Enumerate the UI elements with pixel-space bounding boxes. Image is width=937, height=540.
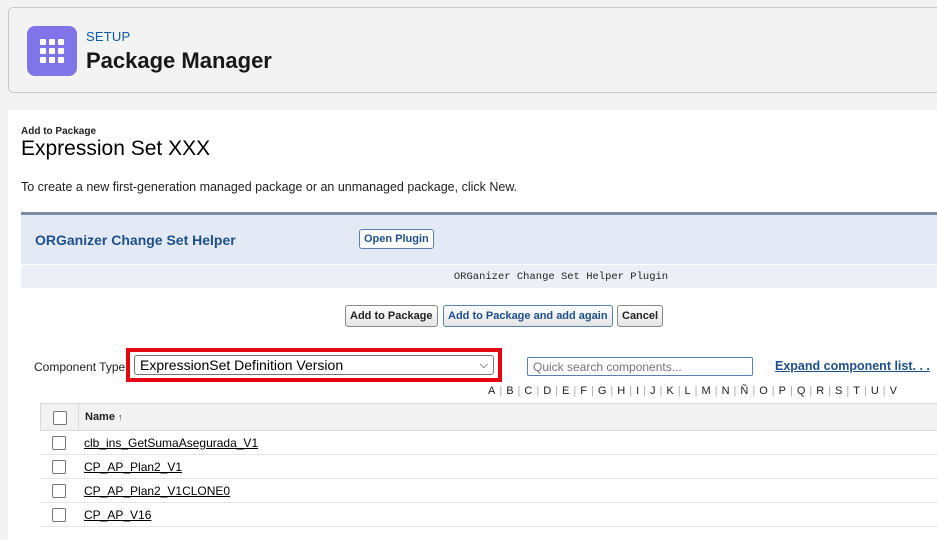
sort-ascending-icon: ↑ xyxy=(117,412,123,422)
record-title: Expression Set XXX xyxy=(21,137,211,160)
alphabet-separator: | xyxy=(882,385,886,397)
alphabet-separator: | xyxy=(789,385,793,397)
alphabet-separator: | xyxy=(643,385,646,397)
alphabet-separator: | xyxy=(809,385,813,397)
alphabet-letter-L[interactable]: L xyxy=(685,385,691,397)
alphabet-letter-H[interactable]: H xyxy=(617,385,625,397)
main-content: Add to Package Expression Set XXX To cre… xyxy=(8,110,937,540)
alphabet-letter-U[interactable]: U xyxy=(871,385,879,397)
plugin-subtitle: ORGanizer Change Set Helper Plugin xyxy=(21,264,937,288)
components-table: Name ↑ clb_ins_GetSumaAsegurada_V1 CP_AP_… xyxy=(40,403,937,527)
alphabet-separator: | xyxy=(590,385,594,397)
alphabet-letter-N[interactable]: N xyxy=(722,385,730,397)
alphabet-letter-M[interactable]: M xyxy=(702,385,711,397)
add-to-package-and-add-again-button[interactable]: Add to Package and add again xyxy=(443,305,613,327)
add-to-package-button[interactable]: Add to Package xyxy=(345,305,438,327)
alphabet-separator: | xyxy=(573,385,577,397)
alphabet-letter-P[interactable]: P xyxy=(779,385,786,397)
alphabet-letter-B[interactable]: B xyxy=(506,385,513,397)
organizer-plugin-panel: ORGanizer Change Set Helper Open Plugin … xyxy=(21,212,937,288)
component-link[interactable]: clb_ins_GetSumaAsegurada_V1 xyxy=(84,436,258,450)
plugin-title: ORGanizer Change Set Helper xyxy=(35,232,236,248)
alphabet-separator: | xyxy=(863,385,867,397)
name-header-label: Name xyxy=(85,411,115,423)
alphabet-separator: | xyxy=(499,385,503,397)
expand-component-list-link[interactable]: Expand component list. . . xyxy=(775,359,930,373)
component-link[interactable]: CP_AP_Plan2_V1 xyxy=(84,460,182,474)
alphabet-separator: | xyxy=(714,385,718,397)
alphabet-filter: A | B | C | D | E | F | G | H | I | J | K | L | M | N | Ñ | O | P | Q | R | S |… xyxy=(488,385,897,397)
select-all-cell xyxy=(41,404,79,430)
alphabet-separator: | xyxy=(677,385,681,397)
table-row: clb_ins_GetSumaAsegurada_V1 xyxy=(40,431,937,455)
app-launcher-icon[interactable] xyxy=(27,26,77,76)
alphabet-separator: | xyxy=(555,385,559,397)
table-row: CP_AP_V16 xyxy=(40,503,937,527)
alphabet-letter-O[interactable]: O xyxy=(759,385,768,397)
alphabet-separator: | xyxy=(536,385,540,397)
alphabet-separator: | xyxy=(694,385,698,397)
alphabet-separator: | xyxy=(828,385,832,397)
component-link[interactable]: CP_AP_Plan2_V1CLONE0 xyxy=(84,484,230,498)
table-header: Name ↑ xyxy=(40,403,937,431)
alphabet-separator: | xyxy=(752,385,756,397)
open-plugin-button[interactable]: Open Plugin xyxy=(359,229,434,249)
row-checkbox[interactable] xyxy=(52,460,66,474)
row-checkbox[interactable] xyxy=(52,436,66,450)
alphabet-separator: | xyxy=(846,385,850,397)
page-title: Package Manager xyxy=(86,48,272,73)
row-checkbox[interactable] xyxy=(52,508,66,522)
alphabet-separator: | xyxy=(771,385,775,397)
alphabet-separator: | xyxy=(610,385,614,397)
component-link[interactable]: CP_AP_V16 xyxy=(84,508,151,522)
row-checkbox[interactable] xyxy=(52,484,66,498)
alphabet-separator: | xyxy=(629,385,633,397)
alphabet-letter-K[interactable]: K xyxy=(666,385,673,397)
table-row: CP_AP_Plan2_V1CLONE0 xyxy=(40,479,937,503)
page-description: To create a new first-generation managed… xyxy=(21,180,518,194)
cancel-button[interactable]: Cancel xyxy=(617,305,664,327)
setup-header: SETUP Package Manager xyxy=(8,7,937,93)
alphabet-letter-R[interactable]: R xyxy=(816,385,824,397)
alphabet-separator: | xyxy=(517,385,521,397)
component-type-highlight: ExpressionSet Definition Version ⌵ xyxy=(126,348,502,382)
alphabet-letter-F[interactable]: F xyxy=(580,385,587,397)
select-all-checkbox[interactable] xyxy=(53,411,67,425)
component-type-select[interactable]: ExpressionSet Definition Version ⌵ xyxy=(134,355,494,375)
alphabet-letter-T[interactable]: T xyxy=(853,385,860,397)
chevron-down-icon: ⌵ xyxy=(479,359,488,371)
setup-label: SETUP xyxy=(86,29,131,44)
alphabet-letter-V[interactable]: V xyxy=(890,385,897,397)
alphabet-separator: | xyxy=(733,385,737,397)
table-row: CP_AP_Plan2_V1 xyxy=(40,455,937,479)
component-type-label: Component Type xyxy=(34,360,126,374)
component-type-value: ExpressionSet Definition Version xyxy=(140,357,344,373)
breadcrumb-label: Add to Package xyxy=(21,126,97,137)
quick-search-input[interactable] xyxy=(527,357,753,376)
alphabet-letter-D[interactable]: D xyxy=(543,385,551,397)
name-column-header[interactable]: Name ↑ xyxy=(85,411,122,423)
alphabet-separator: | xyxy=(659,385,663,397)
